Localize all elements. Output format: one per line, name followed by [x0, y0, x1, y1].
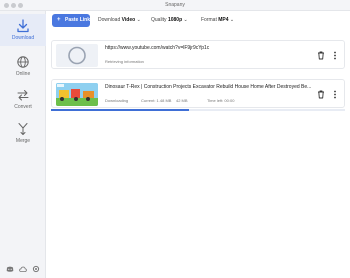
plus-icon: + [57, 17, 61, 23]
format-value: MP4 [218, 17, 229, 23]
toolbar: + Paste Link Download Video ⌄ Quality 10… [46, 11, 350, 31]
format-select[interactable]: Format MP4 ⌄ [201, 18, 234, 23]
sidebar: Download Online Convert Merge [0, 11, 46, 278]
chevron-down-icon: ⌄ [136, 17, 141, 23]
app-window: Snapany Download Online Convert Merge + … [0, 0, 350, 278]
download-type-prefix: Download [98, 17, 121, 23]
download-status: Downloading [105, 98, 129, 103]
download-type-select[interactable]: Download Video ⌄ [98, 18, 141, 23]
convert-icon [17, 90, 29, 101]
sidebar-footer [6, 265, 42, 275]
download-speed: Current: 1.48 MB [141, 98, 172, 103]
chevron-down-icon: ⌄ [229, 17, 235, 23]
download-status: Retrieving information [105, 59, 144, 64]
download-type-value: Video [121, 17, 136, 23]
merge-icon [18, 123, 28, 135]
settings-icon[interactable] [32, 265, 40, 273]
delete-icon[interactable] [317, 90, 325, 99]
globe-icon [17, 56, 29, 68]
window-title: Snapany [165, 2, 185, 8]
download-icon [17, 19, 29, 33]
more-options-icon[interactable] [331, 51, 339, 60]
sidebar-item-label: Merge [15, 138, 31, 144]
paste-link-button[interactable]: + Paste Link [52, 14, 90, 27]
download-item[interactable]: https://www.youtube.com/watch?v=lF9jr9cY… [51, 40, 345, 69]
download-progress-bar [51, 109, 345, 111]
discord-icon[interactable] [6, 265, 14, 273]
download-eta: Time left: 00:00 [207, 98, 235, 103]
more-options-icon[interactable] [331, 90, 339, 99]
video-thumbnail-image [56, 83, 98, 106]
paste-link-label: Paste Link [65, 17, 91, 23]
download-title: Dinosaur T-Rex | Construction Projects E… [105, 84, 312, 90]
cloud-icon[interactable] [19, 265, 27, 273]
download-item[interactable]: Dinosaur T-Rex | Construction Projects E… [51, 79, 345, 108]
thumbnail-placeholder [56, 44, 98, 67]
quality-prefix: Quality [151, 17, 167, 23]
sidebar-item-label: Online [15, 71, 31, 77]
sidebar-item-convert[interactable]: Convert [0, 83, 46, 115]
sidebar-item-label: Download [11, 35, 35, 41]
download-size: 42 MB [176, 98, 188, 103]
loading-spinner-icon [68, 46, 86, 65]
download-progress-fill [51, 109, 190, 111]
sidebar-item-merge[interactable]: Merge [0, 117, 46, 149]
chevron-down-icon: ⌄ [183, 17, 188, 23]
quality-select[interactable]: Quality 1080p ⌄ [151, 18, 188, 23]
delete-icon[interactable] [317, 51, 325, 60]
download-title: https://www.youtube.com/watch?v=lF9jr9cY… [105, 45, 210, 51]
sidebar-item-download[interactable]: Download [0, 14, 46, 46]
quality-value: 1080p [167, 17, 183, 23]
title-bar: Snapany [0, 0, 350, 11]
video-thumbnail [56, 83, 98, 106]
format-prefix: Format [201, 17, 217, 23]
sidebar-item-online[interactable]: Online [0, 50, 46, 82]
sidebar-item-label: Convert [14, 104, 32, 110]
